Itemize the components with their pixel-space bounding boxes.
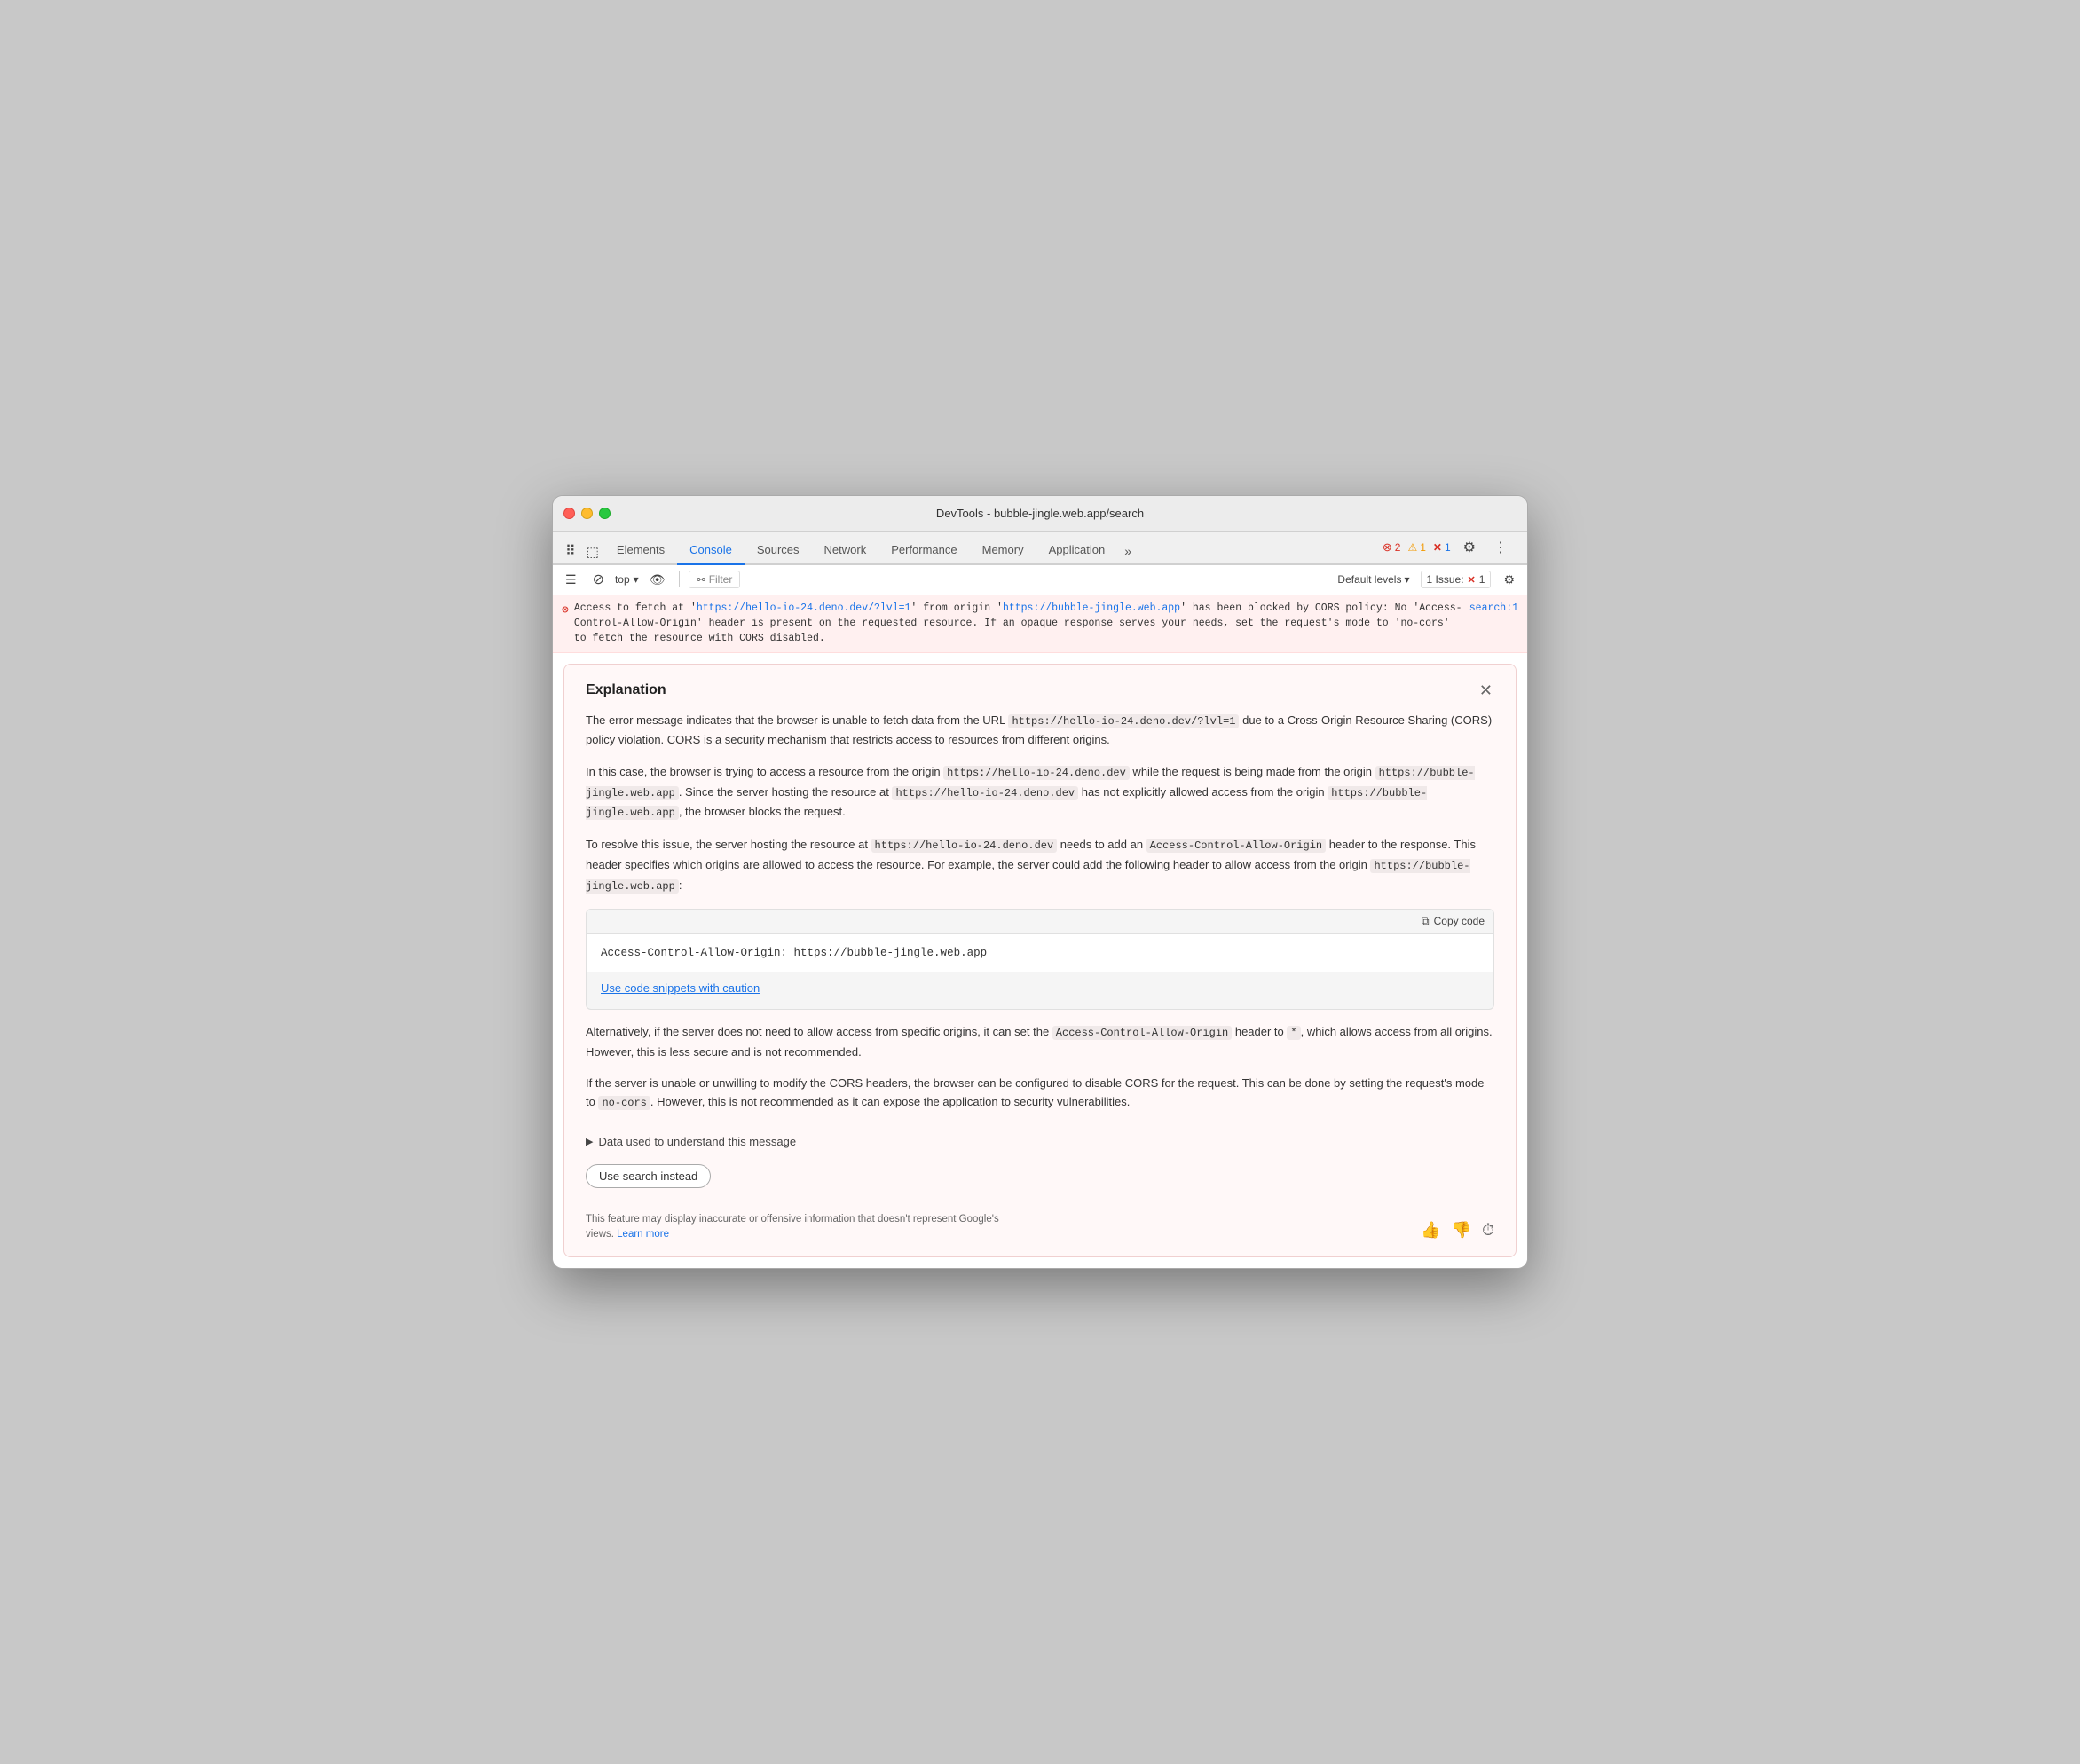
explanation-header: Explanation ✕ bbox=[586, 682, 1494, 698]
report-icon[interactable]: ⏱ bbox=[1482, 1218, 1494, 1242]
triangle-icon: ▶ bbox=[586, 1134, 593, 1150]
traffic-lights bbox=[563, 508, 611, 519]
thumbs-down-icon[interactable]: 👎 bbox=[1452, 1218, 1471, 1242]
explanation-title: Explanation bbox=[586, 682, 666, 698]
learn-more-link[interactable]: Learn more bbox=[617, 1229, 669, 1240]
explanation-para5: If the server is unable or unwilling to … bbox=[586, 1074, 1494, 1113]
tab-bar: ⠿ ⬚ Elements Console Sources Network Per… bbox=[553, 532, 1527, 565]
no-cors-code: no-cors bbox=[598, 1096, 650, 1110]
console-panel: ⊗ Access to fetch at 'https://hello-io-2… bbox=[553, 595, 1527, 1268]
error-badge: ⊗ 2 bbox=[1383, 540, 1401, 555]
info-badge: ✕ 1 bbox=[1433, 541, 1451, 554]
error-line: ⊗ Access to fetch at 'https://hello-io-2… bbox=[553, 595, 1527, 653]
separator bbox=[679, 571, 680, 587]
header-code-1: Access-Control-Allow-Origin bbox=[1146, 839, 1326, 853]
inspect-element-btn[interactable]: ⬚ bbox=[581, 540, 604, 563]
close-button[interactable] bbox=[563, 508, 575, 519]
clear-console-btn[interactable]: ⊘ bbox=[587, 567, 610, 592]
source-reference-link[interactable]: search:1 bbox=[1469, 601, 1518, 616]
disclaimer-text: This feature may display inaccurate or o… bbox=[586, 1212, 1029, 1243]
copy-code-button[interactable]: ⧉ Copy code bbox=[1422, 915, 1485, 928]
code-block-header: ⧉ Copy code bbox=[587, 910, 1493, 934]
error-circle-icon: ⊗ bbox=[562, 602, 569, 619]
header-code-2: Access-Control-Allow-Origin bbox=[1052, 1026, 1232, 1040]
feedback-icons: 👍 👎 ⏱ bbox=[1421, 1218, 1494, 1242]
data-used-section[interactable]: ▶ Data used to understand this message bbox=[586, 1125, 1494, 1163]
warn-badge: ⚠ 1 bbox=[1407, 541, 1425, 554]
error-message-text: Access to fetch at 'https://hello-io-24.… bbox=[574, 601, 1464, 647]
context-selector[interactable]: top ▾ bbox=[615, 573, 639, 586]
url-code-1: https://hello-io-24.deno.dev/?lvl=1 bbox=[1008, 714, 1239, 728]
subtoolbar-right: Default levels ▾ 1 Issue: ✕ 1 ⚙ bbox=[1334, 569, 1520, 591]
eye-btn[interactable]: 👁 bbox=[644, 569, 671, 591]
explanation-panel: Explanation ✕ The error message indicate… bbox=[563, 664, 1517, 1258]
server-code-2: https://hello-io-24.deno.dev bbox=[871, 839, 1058, 853]
explanation-body: The error message indicates that the bro… bbox=[586, 711, 1494, 1257]
tab-network[interactable]: Network bbox=[812, 538, 879, 565]
filter-input-area[interactable]: ⚯ Filter bbox=[689, 571, 740, 588]
origin-code-4: https://bubble-jingle.web.app bbox=[586, 859, 1470, 894]
thumbs-up-icon[interactable]: 👍 bbox=[1421, 1218, 1440, 1242]
more-options-btn[interactable]: ⋮ bbox=[1488, 535, 1513, 560]
tab-console[interactable]: Console bbox=[677, 538, 745, 565]
origin-code-1: https://hello-io-24.deno.dev bbox=[943, 766, 1130, 780]
console-subtoolbar: ☰ ⊘ top ▾ 👁 ⚯ Filter Default levels ▾ 1 … bbox=[553, 565, 1527, 595]
issues-error-icon: ✕ bbox=[1468, 574, 1476, 586]
error-url1-link[interactable]: https://hello-io-24.deno.dev/?lvl=1 bbox=[697, 602, 911, 614]
error-icon: ⊗ bbox=[1383, 540, 1392, 555]
settings-btn[interactable]: ⚙ bbox=[1458, 535, 1481, 560]
caution-link[interactable]: Use code snippets with caution bbox=[587, 972, 1493, 1008]
tab-performance[interactable]: Performance bbox=[878, 538, 969, 565]
tab-application[interactable]: Application bbox=[1036, 538, 1118, 565]
close-explanation-btn[interactable]: ✕ bbox=[1477, 682, 1494, 698]
chevron-down-icon: ▾ bbox=[1404, 573, 1409, 586]
info-icon: ✕ bbox=[1433, 541, 1442, 554]
server-code-1: https://hello-io-24.deno.dev bbox=[892, 786, 1078, 800]
more-tabs-btn[interactable]: » bbox=[1117, 539, 1138, 563]
tab-memory[interactable]: Memory bbox=[970, 538, 1036, 565]
explanation-para4: Alternatively, if the server does not ne… bbox=[586, 1022, 1494, 1061]
window-title: DevTools - bubble-jingle.web.app/search bbox=[936, 507, 1144, 520]
use-search-button[interactable]: Use search instead bbox=[586, 1164, 711, 1188]
sidebar-toggle-btn[interactable]: ☰ bbox=[560, 569, 582, 591]
copy-icon: ⧉ bbox=[1422, 915, 1430, 928]
code-snippet: Access-Control-Allow-Origin: https://bub… bbox=[587, 934, 1493, 973]
devtools-window: DevTools - bubble-jingle.web.app/search … bbox=[552, 495, 1528, 1269]
maximize-button[interactable] bbox=[599, 508, 611, 519]
explanation-para3: To resolve this issue, the server hostin… bbox=[586, 835, 1494, 895]
chevron-down-icon: ▾ bbox=[634, 573, 639, 586]
explanation-para2: In this case, the browser is trying to a… bbox=[586, 762, 1494, 823]
titlebar: DevTools - bubble-jingle.web.app/search bbox=[553, 496, 1527, 532]
tab-elements[interactable]: Elements bbox=[604, 538, 677, 565]
wildcard-code: * bbox=[1287, 1026, 1300, 1040]
console-settings-btn[interactable]: ⚙ bbox=[1498, 569, 1520, 591]
issues-button[interactable]: 1 Issue: ✕ 1 bbox=[1421, 571, 1492, 588]
error-url2-link[interactable]: https://bubble-jingle.web.app bbox=[1003, 602, 1180, 614]
cursor-tool-btn[interactable]: ⠿ bbox=[560, 539, 581, 563]
tab-sources[interactable]: Sources bbox=[745, 538, 812, 565]
filter-icon: ⚯ bbox=[697, 574, 705, 586]
minimize-button[interactable] bbox=[581, 508, 593, 519]
warn-icon: ⚠ bbox=[1407, 541, 1417, 554]
code-block-container: ⧉ Copy code Access-Control-Allow-Origin:… bbox=[586, 909, 1494, 1010]
disclaimer-area: This feature may display inaccurate or o… bbox=[586, 1201, 1494, 1257]
default-levels-dropdown[interactable]: Default levels ▾ bbox=[1334, 571, 1413, 587]
explanation-para1: The error message indicates that the bro… bbox=[586, 711, 1494, 750]
